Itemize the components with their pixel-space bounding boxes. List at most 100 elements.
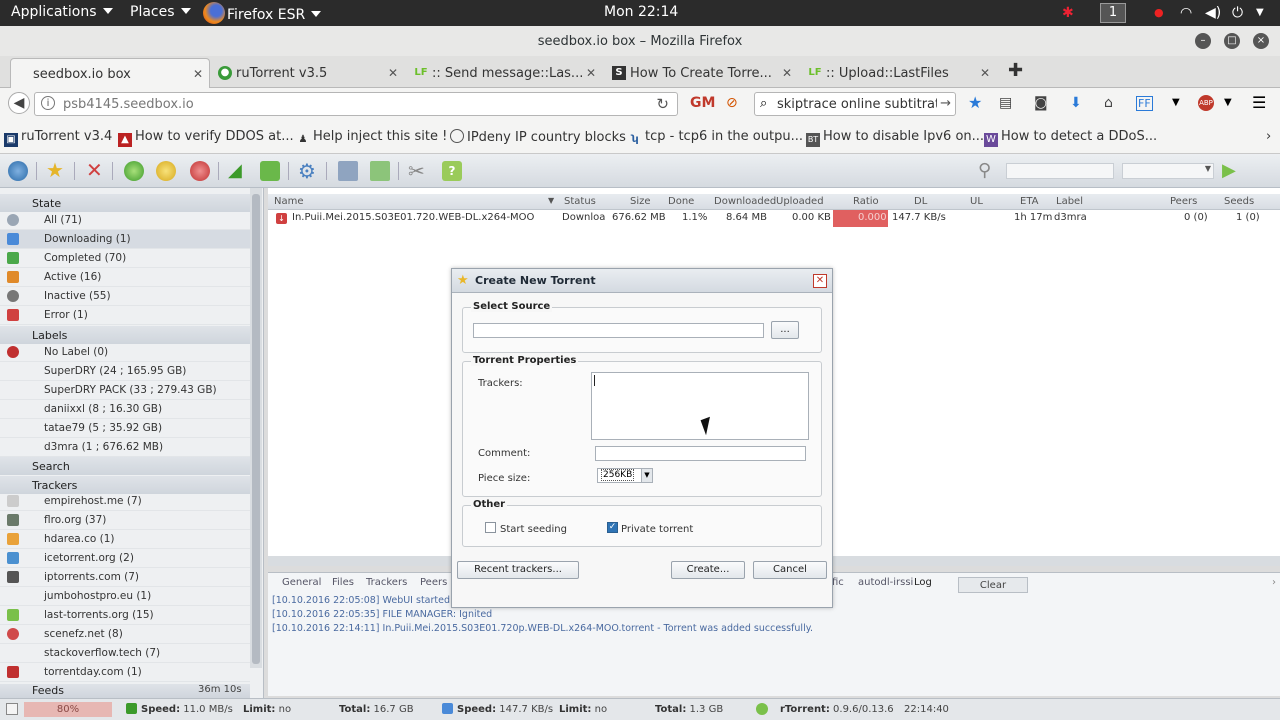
label-item[interactable]: SuperDRY (24 ; 165.95 GB) — [0, 362, 250, 381]
column-label[interactable]: Label — [1056, 196, 1083, 207]
reading-list-icon[interactable]: ▤ — [999, 95, 1012, 111]
tab-peers[interactable]: Peers — [420, 577, 447, 588]
label-item[interactable]: daniixxl (8 ; 16.30 GB) — [0, 400, 250, 419]
remove-icon[interactable]: ✕ — [86, 160, 106, 180]
piece-size-select[interactable]: 256KB ▼ — [597, 468, 653, 483]
source-path-input[interactable] — [473, 323, 764, 338]
globe-icon[interactable] — [8, 161, 28, 181]
stop-icon[interactable] — [190, 161, 210, 181]
tracker-item[interactable]: scenefz.net (8) — [0, 625, 250, 644]
tab-how-to-create[interactable]: S How To Create Torre... ✕ — [608, 58, 798, 88]
column-size[interactable]: Size — [630, 196, 651, 207]
tracker-item[interactable]: torrentday.com (1) — [0, 663, 250, 682]
adblock-icon[interactable]: ABP — [1198, 95, 1214, 111]
workspace-indicator[interactable]: 1 — [1100, 3, 1126, 23]
browser-app-menu[interactable]: Firefox ESR — [203, 2, 322, 24]
browse-button[interactable]: ... — [771, 321, 799, 339]
tracker-item[interactable]: hdarea.co (1) — [0, 530, 250, 549]
state-completed[interactable]: Completed (70) — [0, 249, 250, 268]
wifi-icon[interactable]: ◠ — [1180, 5, 1192, 21]
comment-input[interactable] — [595, 446, 806, 461]
close-tab-icon[interactable]: ✕ — [388, 66, 398, 80]
column-seeds[interactable]: Seeds — [1224, 196, 1254, 207]
maximize-button[interactable]: □ — [1224, 33, 1240, 49]
tools-icon[interactable]: ✂ — [408, 161, 428, 181]
search-header[interactable]: Search — [0, 457, 250, 475]
tab-traffic[interactable]: fic — [832, 577, 844, 588]
rss-icon[interactable]: ◢ — [228, 161, 248, 181]
scroll-thumb[interactable] — [252, 194, 260, 664]
bookmarks-overflow-icon[interactable]: › — [1266, 129, 1271, 144]
column-status[interactable]: Status — [564, 196, 596, 207]
info-icon[interactable]: i — [41, 96, 55, 110]
tracker-item[interactable]: icetorrent.org (2) — [0, 549, 250, 568]
tracker-item[interactable]: stackoverflow.tech (7) — [0, 644, 250, 663]
search-bar[interactable]: ⌕ skiptrace online subtitrat → — [754, 92, 956, 116]
private-torrent-checkbox[interactable]: ✓ — [607, 522, 618, 533]
search-go-icon[interactable]: ▶ — [1222, 161, 1242, 181]
cancel-button[interactable]: Cancel — [753, 561, 827, 579]
gm-addon-icon[interactable]: GM — [690, 95, 715, 111]
places-menu[interactable]: Places — [130, 4, 191, 20]
tracker-item[interactable]: last-torrents.org (15) — [0, 606, 250, 625]
applications-menu[interactable]: Applications — [11, 4, 113, 20]
power-icon[interactable]: ⏻ — [1232, 5, 1243, 21]
label-item[interactable]: SuperDRY PACK (33 ; 279.43 GB) — [0, 381, 250, 400]
search-go-icon[interactable]: → — [940, 96, 951, 111]
tab-log[interactable]: Log — [914, 577, 932, 588]
tab-trackers[interactable]: Trackers — [366, 577, 407, 588]
back-button[interactable]: ◀ — [8, 92, 30, 114]
upload-limit[interactable]: no — [279, 704, 291, 715]
label-none[interactable]: No Label (0) — [0, 343, 250, 362]
tab-seedbox[interactable]: seedbox.io box ✕ — [10, 58, 210, 88]
download-icon[interactable] — [260, 161, 280, 181]
chevron-down-icon[interactable]: ▼ — [1256, 7, 1264, 18]
tracker-item[interactable]: empirehost.me (7) — [0, 492, 250, 511]
screenshot-icon[interactable]: FF — [1136, 96, 1153, 111]
search-icon[interactable]: ⚲ — [978, 161, 998, 181]
dialog-titlebar[interactable]: ★ Create New Torrent ✕ — [452, 269, 832, 293]
tab-upload[interactable]: LF :: Upload::LastFiles ✕ — [804, 58, 996, 88]
minimize-button[interactable]: – — [1195, 33, 1211, 49]
labels-header[interactable]: Labels — [0, 326, 250, 344]
table-row[interactable]: ↓ In.Puii.Mei.2015.S03E01.720.WEB-DL.x26… — [268, 210, 1280, 227]
clear-log-button[interactable]: Clear — [958, 577, 1028, 593]
trackers-textarea[interactable] — [591, 372, 809, 440]
close-tab-icon[interactable]: ✕ — [193, 67, 203, 81]
state-inactive[interactable]: Inactive (55) — [0, 287, 250, 306]
reload-icon[interactable]: ↻ — [656, 95, 669, 113]
close-tab-icon[interactable]: ✕ — [586, 66, 596, 80]
recent-trackers-button[interactable]: Recent trackers... — [457, 561, 579, 579]
chevron-down-icon[interactable]: ▼ — [1224, 97, 1232, 108]
block-addon-icon[interactable]: ⊘ — [726, 95, 738, 111]
column-ratio[interactable]: Ratio — [853, 196, 879, 207]
home-icon[interactable]: ⌂ — [1104, 95, 1113, 111]
sidebar-scrollbar[interactable] — [250, 188, 262, 668]
notification-icon[interactable]: ✱ — [1062, 5, 1074, 21]
pause-icon[interactable] — [156, 161, 176, 181]
search-engine-select[interactable]: ▼ — [1122, 163, 1214, 179]
bookmark-item[interactable]: ʮ tcp - tcp6 in the outpu... — [628, 129, 803, 147]
state-active[interactable]: Active (16) — [0, 268, 250, 287]
column-ul[interactable]: UL — [970, 196, 983, 207]
label-item[interactable]: d3mra (1 ; 676.62 MB) — [0, 438, 250, 457]
bookmark-star-icon[interactable]: ★ — [968, 93, 982, 112]
column-peers[interactable]: Peers — [1170, 196, 1197, 207]
bookmark-item[interactable]: IPdeny IP country blocks — [450, 129, 626, 145]
tracker-item[interactable]: flro.org (37) — [0, 511, 250, 530]
state-error[interactable]: Error (1) — [0, 306, 250, 325]
column-name[interactable]: Name — [274, 196, 304, 207]
new-tab-button[interactable]: ✚ — [1008, 60, 1023, 81]
bookmark-item[interactable]: W How to detect a DDoS... — [984, 129, 1157, 147]
close-dialog-button[interactable]: ✕ — [813, 274, 827, 288]
label-item[interactable]: tatae79 (5 ; 35.92 GB) — [0, 419, 250, 438]
toolbar-search-input[interactable] — [1006, 163, 1114, 179]
download-limit[interactable]: no — [595, 704, 607, 715]
tab-general[interactable]: General — [282, 577, 321, 588]
close-tab-icon[interactable]: ✕ — [980, 66, 990, 80]
start-seeding-checkbox[interactable] — [485, 522, 496, 533]
close-tab-icon[interactable]: ✕ — [782, 66, 792, 80]
column-dl[interactable]: DL — [914, 196, 927, 207]
tracker-item[interactable]: iptorrents.com (7) — [0, 568, 250, 587]
state-downloading[interactable]: Downloading (1) — [0, 230, 250, 249]
